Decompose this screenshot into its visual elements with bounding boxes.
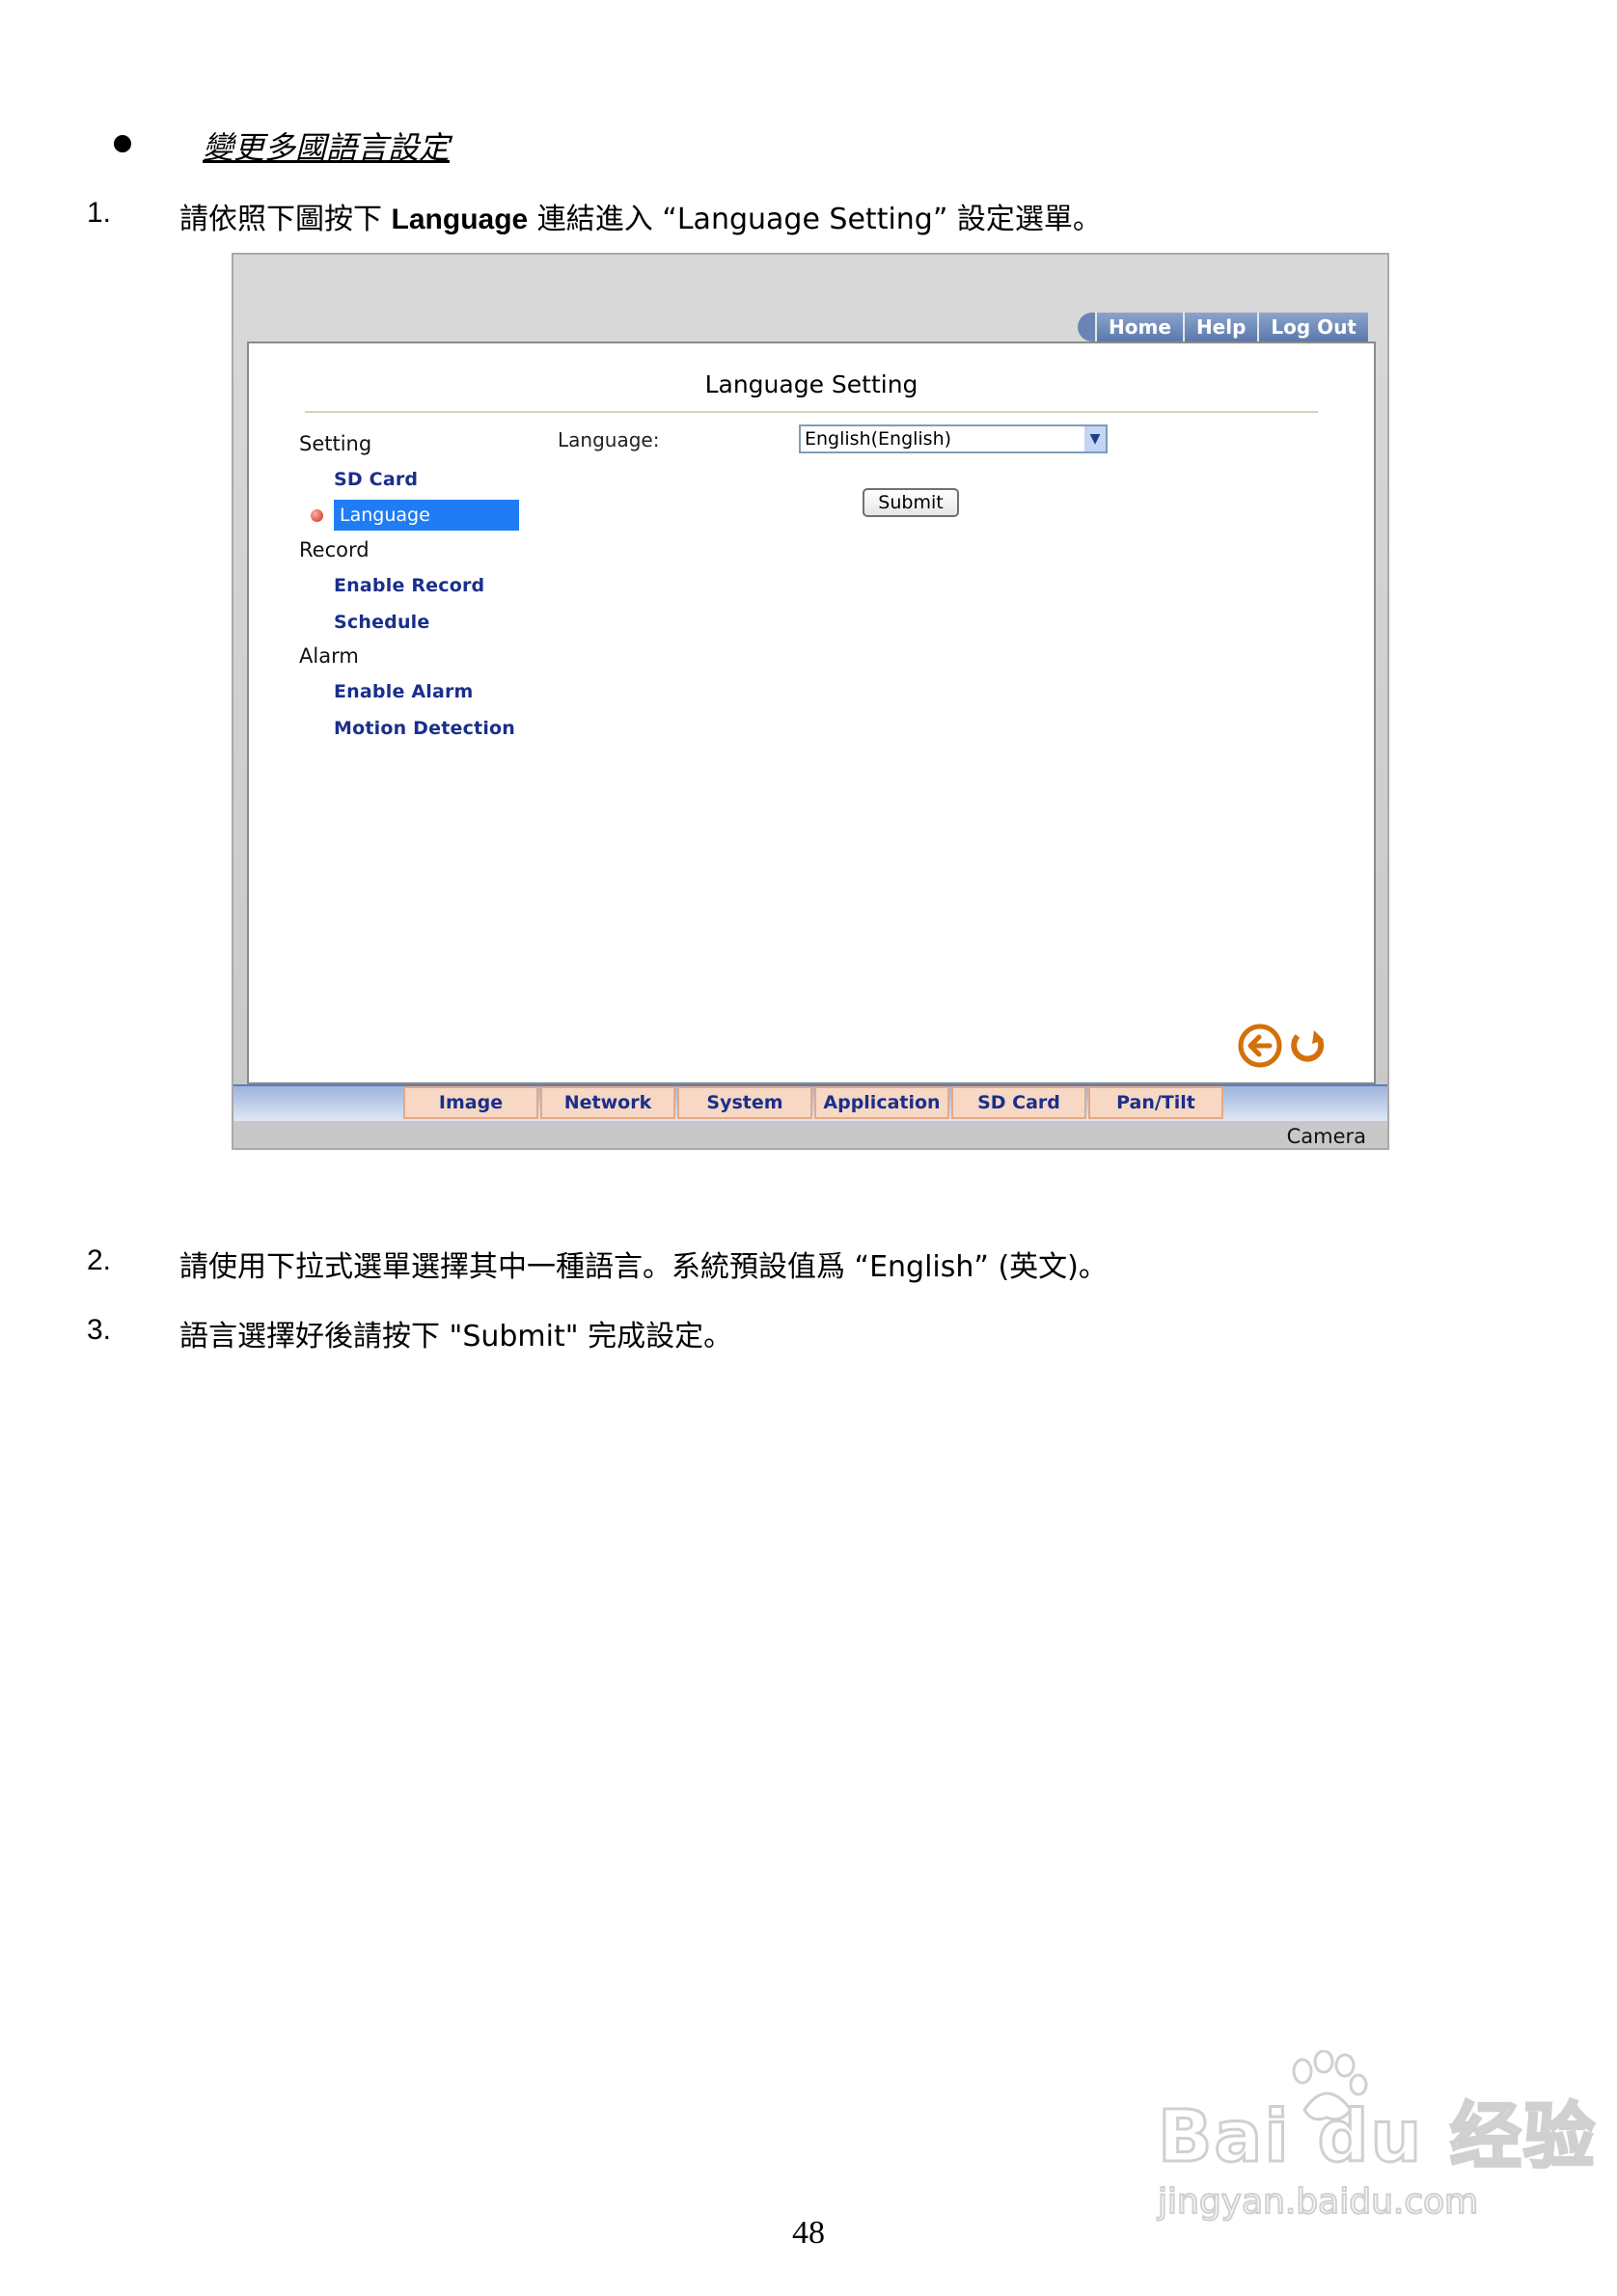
step-3-text: 語言選擇好後請按下 "Submit" 完成設定。	[179, 1320, 733, 1353]
tab-image[interactable]: Image	[403, 1086, 538, 1119]
tab-network[interactable]: Network	[540, 1086, 675, 1119]
home-button[interactable]: Home	[1095, 313, 1183, 342]
camera-web-ui: Home Help Log Out Language Setting Setti…	[232, 253, 1389, 1150]
tab-application[interactable]: Application	[814, 1086, 949, 1119]
menu-heading-alarm: Alarm	[299, 644, 359, 668]
menu-heading-record: Record	[299, 538, 370, 561]
tab-sd-card[interactable]: SD Card	[951, 1086, 1086, 1119]
step-3-number: 3.	[87, 1314, 112, 1346]
step-2-number: 2.	[87, 1244, 112, 1276]
logout-button[interactable]: Log Out	[1257, 313, 1368, 342]
help-button[interactable]: Help	[1182, 313, 1258, 342]
nav-icons	[1238, 1024, 1325, 1068]
menu-link-schedule[interactable]: Schedule	[334, 612, 430, 633]
panel-title: Language Setting	[704, 370, 918, 398]
content-panel: Language Setting Setting SD Card Languag…	[247, 342, 1376, 1084]
step-1-text: 請依照下圖按下 Language 連結進入 “Language Setting”…	[179, 203, 1102, 236]
top-nav: Home Help Log Out	[1078, 313, 1368, 342]
bullet-icon	[114, 135, 131, 152]
bottom-tab-bar: Image Network System Application SD Card…	[233, 1084, 1387, 1121]
tab-pan-tilt[interactable]: Pan/Tilt	[1088, 1086, 1223, 1119]
menu-heading-setting: Setting	[299, 432, 372, 455]
active-indicator-icon	[311, 509, 323, 522]
chevron-down-icon[interactable]: ▼	[1084, 426, 1106, 451]
menu-link-motion-detection[interactable]: Motion Detection	[334, 718, 515, 739]
tab-system[interactable]: System	[677, 1086, 812, 1119]
menu-link-enable-alarm[interactable]: Enable Alarm	[334, 681, 474, 702]
section-heading: 變更多國語言設定	[203, 129, 451, 166]
step-2-text: 請使用下拉式選單選擇其中一種語言。系統預設值爲 “English” (英文)。	[179, 1250, 1108, 1284]
refresh-icon[interactable]	[1291, 1030, 1325, 1062]
language-label: Language:	[558, 428, 660, 451]
page-number: 48	[792, 2215, 825, 2251]
step-1-number: 1.	[87, 197, 112, 229]
back-arrow-icon[interactable]	[1238, 1024, 1282, 1068]
menu-link-sd-card[interactable]: SD Card	[334, 469, 418, 490]
language-select[interactable]: English(English) ▼	[799, 424, 1108, 453]
camera-label: Camera	[1286, 1125, 1366, 1148]
menu-link-language[interactable]: Language	[334, 500, 519, 531]
menu-link-enable-record[interactable]: Enable Record	[334, 575, 484, 596]
title-divider	[305, 411, 1318, 413]
submit-button[interactable]: Submit	[863, 488, 959, 517]
language-select-value: English(English)	[805, 428, 952, 450]
watermark-brand: Bai du 经验	[1157, 2094, 1597, 2180]
